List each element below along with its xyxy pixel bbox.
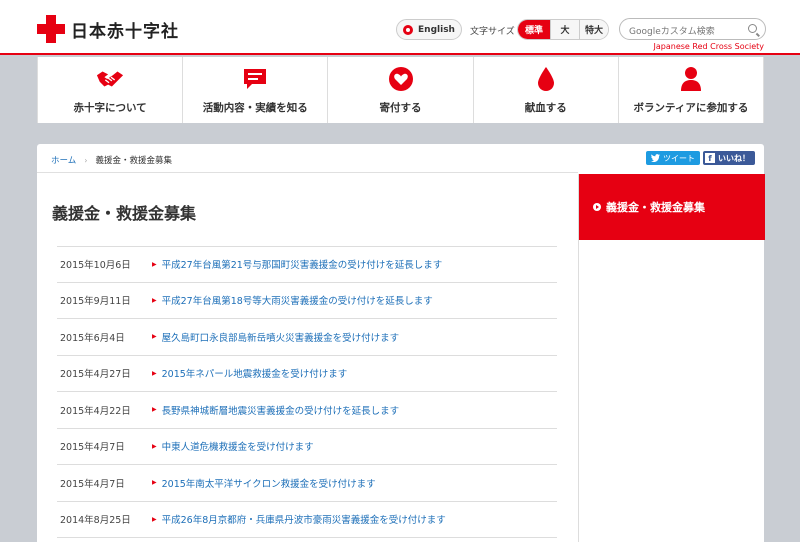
item-link[interactable]: 平成27年台風第21号与那国町災害義援金の受け付けを延長します <box>162 257 443 271</box>
chevron-right-icon: › <box>84 155 88 165</box>
font-size-label: 文字サイズ <box>470 27 515 37</box>
nav-label: 赤十字について <box>73 102 147 114</box>
item-date: 2015年10月6日 <box>60 260 131 272</box>
nav-label: ボランティアに参加する <box>633 102 749 114</box>
site-header: 日本赤十字社 English 文字サイズ 標準 大 特大 Japanese Re… <box>0 0 800 55</box>
handshake-icon <box>96 66 124 92</box>
global-nav: 赤十字について 活動内容・実績を知る 寄付する 献血する ボランティアに参加する <box>37 57 765 123</box>
nav-item-activities[interactable]: 活動内容・実績を知る <box>183 57 329 123</box>
sidebar: 義援金・救援金募集 <box>578 174 765 542</box>
english-label: English <box>418 24 455 35</box>
nav-label: 寄付する <box>379 102 422 114</box>
search-icon[interactable] <box>748 24 757 33</box>
nav-item-about[interactable]: 赤十字について <box>38 57 184 123</box>
item-date: 2015年4月27日 <box>60 369 131 381</box>
arrow-right-icon: ▶ <box>152 296 157 304</box>
font-size-xlarge-button[interactable]: 特大 <box>579 20 608 39</box>
item-date: 2015年4月7日 <box>60 478 125 490</box>
item-date: 2015年4月7日 <box>60 442 125 454</box>
breadcrumb-home-link[interactable]: ホーム <box>51 154 76 166</box>
globe-icon <box>403 24 414 35</box>
speech-bubble-icon <box>241 66 269 92</box>
breadcrumb-current: 義援金・救援金募集 <box>95 156 172 166</box>
list-item: 2015年4月27日 ▶ 2015年ネパール地震救援金を受け付けます <box>57 356 557 392</box>
arrow-right-icon: ▶ <box>152 442 157 450</box>
sidebar-item-label: 義援金・救援金募集 <box>606 201 705 214</box>
like-label: いいね！ <box>718 153 750 163</box>
font-size-large-button[interactable]: 大 <box>550 20 579 39</box>
page-title: 義援金・救援金募集 <box>52 204 197 223</box>
item-link[interactable]: 長野県神城断層地震災害義援金の受け付けを延長します <box>162 403 400 417</box>
item-link[interactable]: 中東人道危機救援金を受け付けます <box>162 439 314 453</box>
arrow-right-icon: ▶ <box>152 333 157 341</box>
nav-item-volunteer[interactable]: ボランティアに参加する <box>619 57 765 123</box>
logo[interactable]: 日本赤十字社 <box>37 15 179 43</box>
item-link[interactable]: 2015年南太平洋サイクロン救援金を受け付けます <box>162 476 376 490</box>
nav-label: 献血する <box>524 102 567 114</box>
red-cross-icon <box>37 15 65 43</box>
share-buttons: ツイート f いいね！ <box>646 151 755 165</box>
tweet-label: ツイート <box>663 153 695 163</box>
item-link[interactable]: 屋久島町口永良部島新岳噴火災害義援金を受け付けます <box>162 330 400 344</box>
list-item: 2014年8月25日 ▶ 平成26年8月京都府・兵庫県丹波市豪雨災害義援金を受け… <box>57 502 557 538</box>
list-item: 2015年9月11日 ▶ 平成27年台風第18号等大雨災害義援金の受け付けを延長… <box>57 283 557 319</box>
item-date: 2015年6月4日 <box>60 332 125 344</box>
english-button[interactable]: English <box>396 19 462 40</box>
news-list: 2015年10月6日 ▶ 平成27年台風第21号与那国町災害義援金の受け付けを延… <box>57 246 557 538</box>
arrow-right-icon: ▶ <box>152 369 157 377</box>
nav-item-blood-donation[interactable]: 献血する <box>474 57 619 123</box>
sidebar-item-donations[interactable]: 義援金・救援金募集 <box>579 174 765 240</box>
item-date: 2014年8月25日 <box>60 515 131 527</box>
arrow-right-icon: ▶ <box>152 406 157 414</box>
arrow-right-icon: ▶ <box>152 479 157 487</box>
english-tagline: Japanese Red Cross Society <box>653 42 764 51</box>
tweet-button[interactable]: ツイート <box>646 151 700 165</box>
item-link[interactable]: 平成27年台風第18号等大雨災害義援金の受け付けを延長します <box>162 293 433 307</box>
search-input[interactable] <box>629 22 749 42</box>
circle-arrow-icon <box>593 203 601 211</box>
divider <box>37 172 578 173</box>
item-link[interactable]: 2015年ネパール地震救援金を受け付けます <box>162 366 348 380</box>
facebook-like-button[interactable]: f いいね！ <box>703 151 755 165</box>
item-date: 2015年9月11日 <box>60 296 131 308</box>
list-item: 2015年6月4日 ▶ 屋久島町口永良部島新岳噴火災害義援金を受け付けます <box>57 319 557 356</box>
nav-item-donate[interactable]: 寄付する <box>328 57 474 123</box>
blood-drop-icon <box>532 66 560 92</box>
font-size-standard-button[interactable]: 標準 <box>518 20 550 39</box>
list-item: 2015年10月6日 ▶ 平成27年台風第21号与那国町災害義援金の受け付けを延… <box>57 246 557 283</box>
search-box <box>619 18 766 42</box>
list-item: 2015年4月7日 ▶ 中東人道危機救援金を受け付けます <box>57 429 557 465</box>
twitter-bird-icon <box>651 154 660 162</box>
content-panel: ホーム › 義援金・救援金募集 ツイート f いいね！ 義援金・救援金募集 20… <box>37 144 765 542</box>
person-icon <box>677 66 705 92</box>
arrow-right-icon: ▶ <box>152 260 157 268</box>
list-item: 2015年4月22日 ▶ 長野県神城断層地震災害義援金の受け付けを延長します <box>57 392 557 429</box>
heart-icon <box>387 66 415 92</box>
nav-label: 活動内容・実績を知る <box>202 102 308 114</box>
logo-text: 日本赤十字社 <box>71 21 179 42</box>
list-item: 2015年4月7日 ▶ 2015年南太平洋サイクロン救援金を受け付けます <box>57 465 557 502</box>
item-date: 2015年4月22日 <box>60 405 131 417</box>
font-size-switcher: 標準 大 特大 <box>517 19 609 40</box>
breadcrumb: ホーム › 義援金・救援金募集 <box>51 154 172 167</box>
arrow-right-icon: ▶ <box>152 515 157 523</box>
facebook-icon: f <box>705 153 715 163</box>
item-link[interactable]: 平成26年8月京都府・兵庫県丹波市豪雨災害義援金を受け付けます <box>162 512 446 526</box>
